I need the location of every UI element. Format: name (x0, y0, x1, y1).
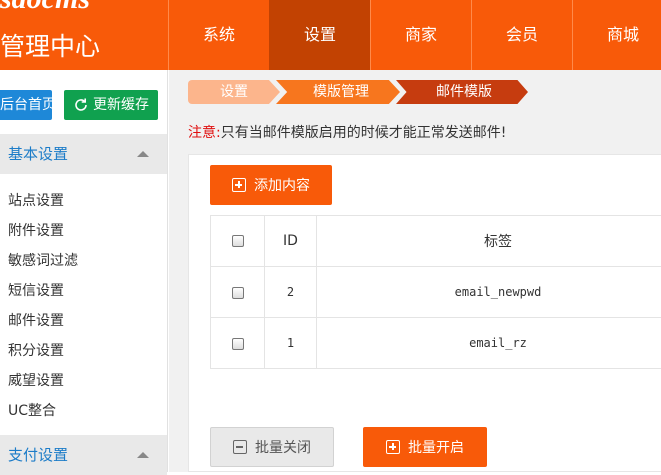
content-panel: 添加内容 ID 标签 2 email_newpwd 1 email_rz 批量关… (188, 154, 661, 472)
nav-item-settings[interactable]: 设置 (269, 0, 370, 70)
admin-title: 管理中心 (0, 32, 100, 62)
row-select-cell (211, 318, 265, 369)
row-id: 1 (265, 318, 317, 369)
batch-close-label: 批量关闭 (255, 437, 311, 457)
collapse-arrow-icon (137, 151, 149, 157)
sidebar-item-site[interactable]: 站点设置 (0, 186, 167, 216)
sidebar-group-basic-label: 基本设置 (8, 145, 68, 163)
plus-icon (386, 440, 400, 454)
select-all-cell (211, 216, 265, 267)
sidebar-item-prestige[interactable]: 威望设置 (0, 366, 167, 396)
sidebar: 后台首页 更新缓存 基本设置 站点设置 附件设置 敏感词过滤 短信设置 邮件设置… (0, 70, 168, 472)
batch-open-label: 批量开启 (408, 437, 464, 457)
top-header: sdocms 管理中心 系统 设置 商家 会员 商城 (0, 0, 661, 70)
sidebar-item-sms[interactable]: 短信设置 (0, 276, 167, 306)
sidebar-item-attachment[interactable]: 附件设置 (0, 216, 167, 246)
row-tag: email_rz (317, 318, 661, 369)
select-all-checkbox[interactable] (232, 235, 244, 247)
notice-label: 注意: (188, 125, 221, 141)
nav-item-merchant[interactable]: 商家 (370, 0, 471, 70)
refresh-icon (73, 97, 89, 113)
column-header-id: ID (265, 216, 317, 267)
row-tag: email_newpwd (317, 267, 661, 318)
row-checkbox[interactable] (232, 287, 244, 299)
minus-icon (233, 440, 247, 454)
column-header-tag: 标签 (317, 216, 661, 267)
add-content-label: 添加内容 (254, 175, 310, 195)
nav-item-system[interactable]: 系统 (168, 0, 269, 70)
table-header-row: ID 标签 (211, 216, 661, 267)
nav-item-mall[interactable]: 商城 (572, 0, 661, 70)
refresh-cache-button[interactable]: 更新缓存 (64, 90, 158, 120)
email-template-table: ID 标签 2 email_newpwd 1 email_rz (210, 215, 661, 369)
admin-home-button[interactable]: 后台首页 (0, 90, 52, 120)
plus-icon (232, 178, 246, 192)
sidebar-item-email[interactable]: 邮件设置 (0, 306, 167, 336)
sidebar-group-basic[interactable]: 基本设置 (0, 134, 167, 174)
notice: 注意:只有当邮件模版启用的时候才能正常发送邮件! (188, 122, 506, 142)
sidebar-item-uc[interactable]: UC整合 (0, 396, 167, 426)
table-row: 2 email_newpwd (211, 267, 661, 318)
sidebar-group-pay[interactable]: 支付设置 (0, 435, 167, 475)
notice-text: 只有当邮件模版启用的时候才能正常发送邮件! (221, 125, 507, 141)
add-content-button[interactable]: 添加内容 (210, 165, 332, 205)
breadcrumb-item-settings[interactable]: 设置 (188, 80, 280, 104)
sidebar-item-points[interactable]: 积分设置 (0, 336, 167, 366)
breadcrumb-item-email-template: 邮件模版 (396, 80, 528, 104)
top-nav: 系统 设置 商家 会员 商城 (168, 0, 661, 70)
sidebar-group-pay-label: 支付设置 (8, 446, 68, 464)
breadcrumb-item-templates[interactable]: 模版管理 (276, 80, 400, 104)
collapse-arrow-icon (137, 452, 149, 458)
refresh-cache-label: 更新缓存 (93, 90, 149, 120)
table-row: 1 email_rz (211, 318, 661, 369)
sidebar-menu: 站点设置 附件设置 敏感词过滤 短信设置 邮件设置 积分设置 威望设置 UC整合 (0, 186, 167, 426)
sidebar-item-filter[interactable]: 敏感词过滤 (0, 246, 167, 276)
batch-close-button[interactable]: 批量关闭 (210, 427, 334, 467)
logo: sdocms (0, 0, 130, 12)
breadcrumb: 设置 模版管理 邮件模版 (188, 80, 530, 104)
nav-item-member[interactable]: 会员 (471, 0, 572, 70)
batch-open-button[interactable]: 批量开启 (363, 427, 487, 467)
main-content: 设置 模版管理 邮件模版 注意:只有当邮件模版启用的时候才能正常发送邮件! 添加… (169, 70, 661, 472)
row-select-cell (211, 267, 265, 318)
row-checkbox[interactable] (232, 338, 244, 350)
row-id: 2 (265, 267, 317, 318)
